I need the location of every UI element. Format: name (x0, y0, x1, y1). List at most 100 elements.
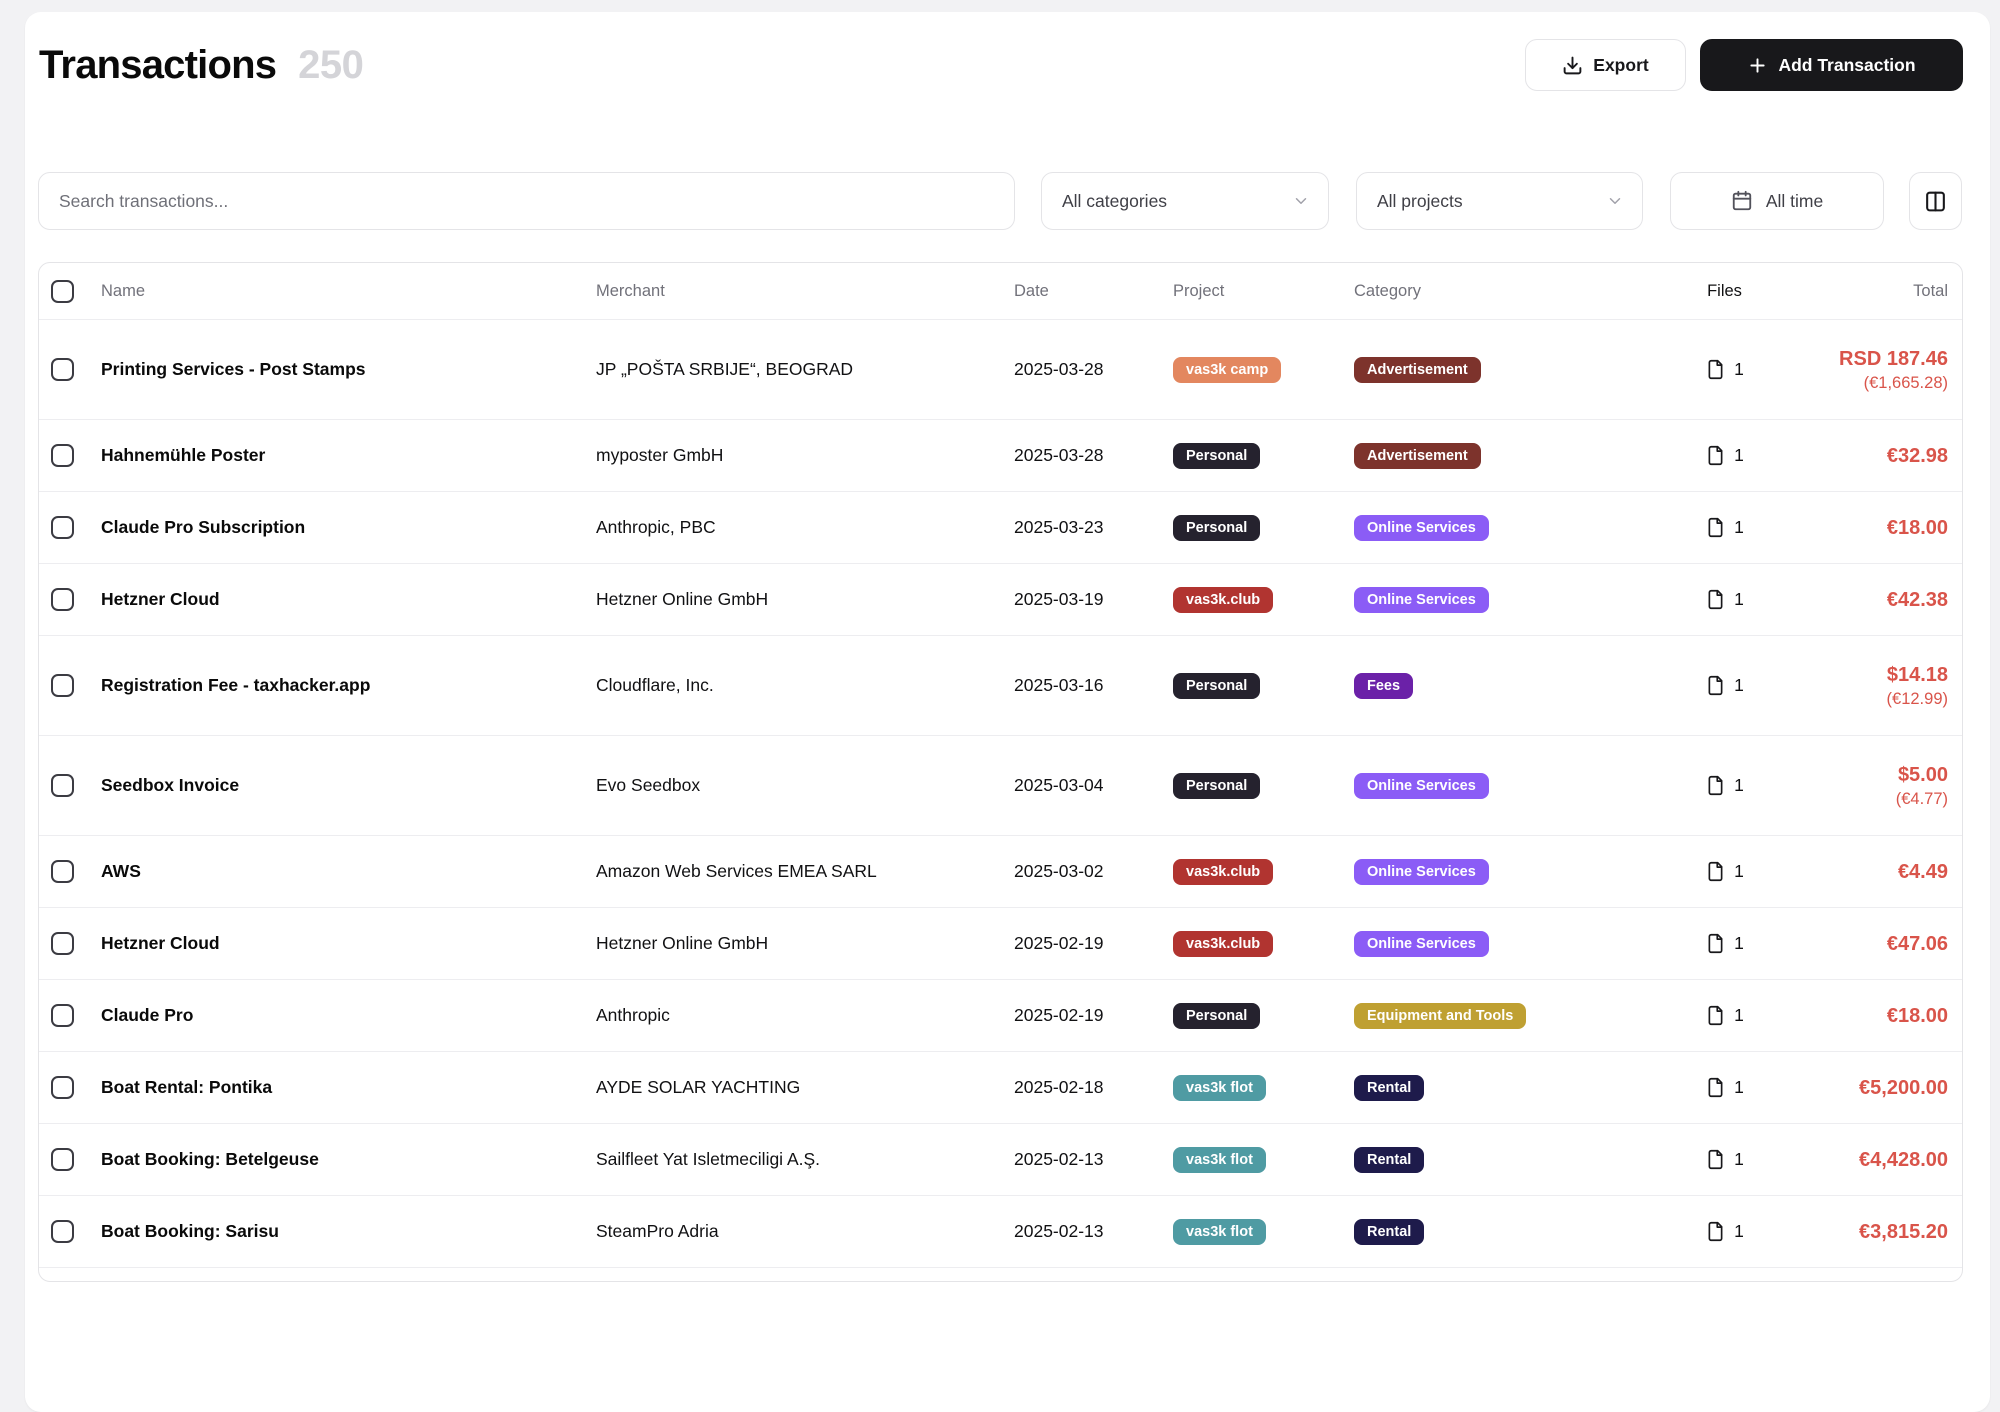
transaction-merchant: AYDE SOLAR YACHTING (596, 1077, 1014, 1098)
row-checkbox[interactable] (51, 1220, 74, 1243)
category-badge[interactable]: Online Services (1354, 773, 1489, 799)
total-amount: €4,428.00 (1859, 1147, 1948, 1173)
file-icon (1705, 775, 1726, 796)
project-badge[interactable]: vas3k.club (1173, 587, 1273, 613)
row-checkbox[interactable] (51, 860, 74, 883)
transaction-total: RSD 187.46 (€1,665.28) (1794, 346, 1962, 394)
file-icon (1705, 359, 1726, 380)
transaction-name: Boat Booking: Betelgeuse (101, 1149, 596, 1170)
table-header-row: Name Merchant Date Project Category File… (39, 263, 1962, 319)
categories-filter[interactable]: All categories (1041, 172, 1329, 230)
table-row[interactable]: Printing Services - Post Stamps JP „POŠT… (39, 319, 1962, 419)
table-row[interactable]: Registration Fee - taxhacker.app Cloudfl… (39, 635, 1962, 735)
category-badge[interactable]: Online Services (1354, 859, 1489, 885)
transaction-name: Hetzner Cloud (101, 589, 596, 610)
row-checkbox[interactable] (51, 588, 74, 611)
header-project: Project (1173, 282, 1354, 301)
row-checkbox[interactable] (51, 516, 74, 539)
transaction-name: AWS (101, 861, 596, 882)
header-merchant: Merchant (596, 282, 1014, 301)
project-badge[interactable]: Personal (1173, 1003, 1260, 1029)
file-count: 1 (1734, 933, 1744, 954)
row-checkbox[interactable] (51, 444, 74, 467)
files-cell: 1 (1655, 445, 1794, 466)
table-row[interactable]: Hahnemühle Poster myposter GmbH 2025-03-… (39, 419, 1962, 491)
projects-filter[interactable]: All projects (1356, 172, 1643, 230)
date-range-filter[interactable]: All time (1670, 172, 1884, 230)
row-checkbox[interactable] (51, 774, 74, 797)
table-row[interactable]: Hetzner Cloud Hetzner Online GmbH 2025-0… (39, 907, 1962, 979)
table-row[interactable]: Claude Pro Anthropic 2025-02-19 Personal… (39, 979, 1962, 1051)
total-amount: €47.06 (1887, 931, 1948, 957)
transaction-name: Hetzner Cloud (101, 933, 596, 954)
files-cell: 1 (1655, 1221, 1794, 1242)
page-header: Transactions 250 Export Add Transaction (38, 38, 1963, 92)
column-visibility-button[interactable] (1909, 172, 1962, 230)
project-badge[interactable]: Personal (1173, 443, 1260, 469)
category-badge[interactable]: Online Services (1354, 587, 1489, 613)
category-badge[interactable]: Equipment and Tools (1354, 1003, 1526, 1029)
transaction-date: 2025-03-02 (1014, 861, 1173, 882)
table-row[interactable]: Boat Booking: Betelgeuse Sailfleet Yat I… (39, 1123, 1962, 1195)
row-checkbox[interactable] (51, 1004, 74, 1027)
table-row[interactable]: Claude Pro Subscription Anthropic, PBC 2… (39, 491, 1962, 563)
project-badge[interactable]: vas3k.club (1173, 931, 1273, 957)
transaction-merchant: Amazon Web Services EMEA SARL (596, 861, 1014, 882)
project-badge[interactable]: vas3k flot (1173, 1147, 1266, 1173)
table-row[interactable]: Hetzner Cloud Hetzner Online GmbH 2025-0… (39, 563, 1962, 635)
file-icon (1705, 933, 1726, 954)
columns-icon (1923, 189, 1948, 214)
search-input[interactable] (59, 191, 994, 212)
table-row[interactable]: AWS Amazon Web Services EMEA SARL 2025-0… (39, 835, 1962, 907)
category-badge[interactable]: Fees (1354, 673, 1413, 699)
project-badge[interactable]: Personal (1173, 673, 1260, 699)
calendar-icon (1731, 190, 1753, 212)
header-name: Name (101, 282, 596, 301)
transaction-total: €32.98 (1794, 443, 1962, 469)
row-checkbox[interactable] (51, 358, 74, 381)
file-count: 1 (1734, 775, 1744, 796)
category-badge[interactable]: Advertisement (1354, 357, 1481, 383)
category-badge[interactable]: Rental (1354, 1147, 1424, 1173)
row-checkbox[interactable] (51, 674, 74, 697)
files-cell: 1 (1655, 359, 1794, 380)
transaction-total: €42.38 (1794, 587, 1962, 613)
category-badge[interactable]: Advertisement (1354, 443, 1481, 469)
total-amount: RSD 187.46 (1839, 346, 1948, 372)
transaction-name: Boat Rental: Pontika (101, 1077, 596, 1098)
total-amount: €4.49 (1898, 859, 1948, 885)
total-amount: $5.00 (1898, 762, 1948, 788)
row-checkbox[interactable] (51, 1148, 74, 1171)
row-checkbox[interactable] (51, 932, 74, 955)
category-badge[interactable]: Online Services (1354, 515, 1489, 541)
project-badge[interactable]: vas3k flot (1173, 1219, 1266, 1245)
project-badge[interactable]: vas3k camp (1173, 357, 1281, 383)
export-button[interactable]: Export (1525, 39, 1686, 91)
transaction-total: €18.00 (1794, 515, 1962, 541)
project-badge[interactable]: vas3k flot (1173, 1075, 1266, 1101)
project-badge[interactable]: Personal (1173, 515, 1260, 541)
transaction-merchant: SteamPro Adria (596, 1221, 1014, 1242)
total-amount: €18.00 (1887, 1003, 1948, 1029)
transaction-date: 2025-03-04 (1014, 775, 1173, 796)
project-badge[interactable]: vas3k.club (1173, 859, 1273, 885)
category-badge[interactable]: Rental (1354, 1219, 1424, 1245)
transaction-date: 2025-03-16 (1014, 675, 1173, 696)
project-badge[interactable]: Personal (1173, 773, 1260, 799)
transaction-name: Registration Fee - taxhacker.app (101, 675, 596, 696)
header-category: Category (1354, 282, 1655, 301)
category-badge[interactable]: Rental (1354, 1075, 1424, 1101)
search-box[interactable] (38, 172, 1015, 230)
row-checkbox[interactable] (51, 1076, 74, 1099)
select-all-checkbox[interactable] (51, 280, 74, 303)
category-badge[interactable]: Online Services (1354, 931, 1489, 957)
table-row[interactable]: Boat Booking: Sarisu SteamPro Adria 2025… (39, 1195, 1962, 1267)
add-transaction-button[interactable]: Add Transaction (1700, 39, 1963, 91)
categories-filter-label: All categories (1062, 191, 1167, 212)
transaction-total: €3,815.20 (1794, 1219, 1962, 1245)
table-row[interactable]: Seedbox Invoice Evo Seedbox 2025-03-04 P… (39, 735, 1962, 835)
table-row[interactable]: Boat Rental: Pontika AYDE SOLAR YACHTING… (39, 1051, 1962, 1123)
files-cell: 1 (1655, 1077, 1794, 1098)
files-cell: 1 (1655, 933, 1794, 954)
transaction-merchant: JP „POŠTA SRBIJE“, BEOGRAD (596, 359, 1014, 380)
